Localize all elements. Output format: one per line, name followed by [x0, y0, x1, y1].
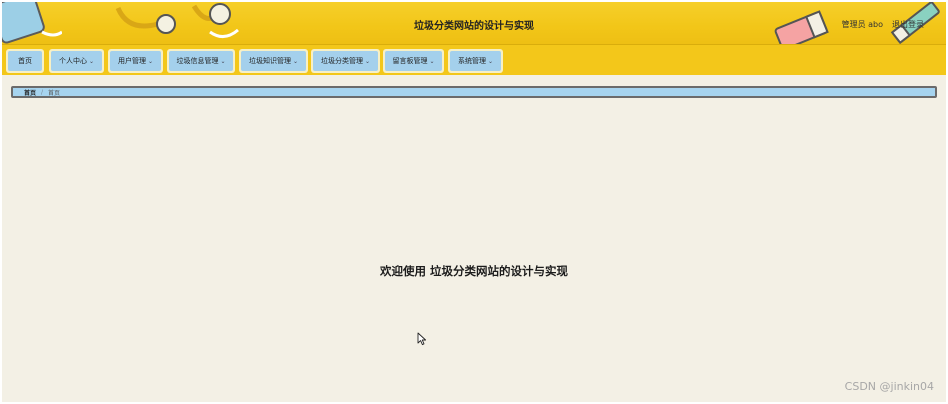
nav-item-label: 垃圾分类管理: [320, 57, 363, 65]
nav-item-label: 垃圾信息管理: [176, 57, 219, 65]
site-header: 垃圾分类网站的设计与实现 管理员 abo 退出登录: [2, 2, 946, 44]
username: abo: [868, 20, 883, 29]
chevron-down-icon: ⌄: [220, 57, 226, 65]
nav-item-home[interactable]: 首页: [6, 49, 44, 73]
nav-item-user-management[interactable]: 用户管理 ⌄: [108, 49, 163, 73]
chevron-down-icon: ⌄: [429, 57, 435, 65]
nav-item-garbage-info-management[interactable]: 垃圾信息管理 ⌄: [167, 49, 235, 73]
chevron-down-icon: ⌄: [147, 57, 154, 65]
watermark: CSDN @jinkin04: [844, 380, 934, 393]
breadcrumb-separator: /: [41, 88, 44, 96]
nav-item-label: 留言板管理: [392, 57, 428, 65]
nav-item-message-board-management[interactable]: 留言板管理 ⌄: [383, 49, 444, 73]
chevron-down-icon: ⌄: [364, 57, 371, 65]
nav-item-garbage-classification-management[interactable]: 垃圾分类管理 ⌄: [311, 49, 380, 73]
mouse-pointer-icon: [417, 332, 427, 346]
breadcrumb-home[interactable]: 首页: [24, 88, 36, 97]
user-role: 管理员: [841, 20, 866, 29]
nav-item-label: 系统管理: [457, 57, 486, 65]
site-title: 垃圾分类网站的设计与实现: [414, 21, 534, 32]
nav-item-label: 首页: [18, 57, 32, 65]
nav-item-system-management[interactable]: 系统管理 ⌄: [448, 49, 503, 73]
chevron-down-icon: ⌄: [88, 57, 95, 65]
nav-item-label: 个人中心: [58, 57, 87, 65]
breadcrumb-current: 首页: [48, 89, 61, 97]
logout-link[interactable]: 退出登录: [892, 19, 924, 30]
nav-item-personal-center[interactable]: 个人中心 ⌄: [49, 49, 104, 73]
user-info: 管理员 abo: [842, 19, 883, 30]
chevron-down-icon: ⌄: [487, 57, 494, 65]
nav-item-garbage-knowledge-management[interactable]: 垃圾知识管理 ⌄: [239, 49, 308, 73]
breadcrumb: 首页 / 首页: [11, 86, 937, 98]
app-window: 垃圾分类网站的设计与实现 管理员 abo 退出登录 首页 个人中心 ⌄ 用户管理 ⌄…: [2, 2, 946, 402]
main-nav: 首页 个人中心 ⌄ 用户管理 ⌄ 垃圾信息管理 ⌄ 垃圾知识管理 ⌄ 垃圾分类管理 ⌄ 留…: [2, 44, 946, 75]
chevron-down-icon: ⌄: [292, 57, 299, 65]
user-area: 管理员 abo 退出登录: [842, 19, 924, 30]
nav-item-label: 用户管理: [117, 57, 146, 65]
welcome-message: 欢迎使用 垃圾分类网站的设计与实现: [379, 264, 568, 278]
nav-item-label: 垃圾知识管理: [248, 57, 291, 65]
